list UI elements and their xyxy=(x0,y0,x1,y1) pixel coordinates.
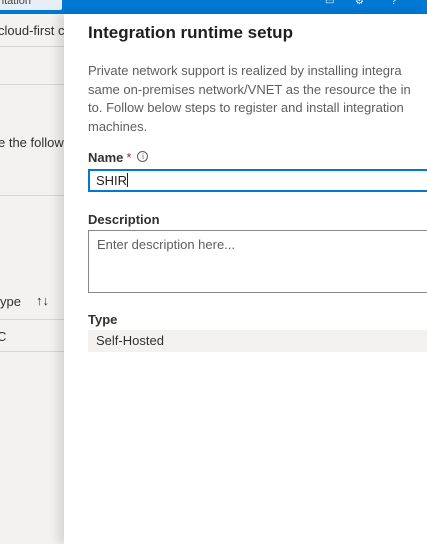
background-pane: cloud-first c e the follow ype ↑↓ C xyxy=(0,14,64,544)
type-value-field: Self-Hosted xyxy=(88,330,427,352)
description-line: Private network support is realized by i… xyxy=(88,63,402,78)
top-bar: ntation ▭ ⚙ ? xyxy=(0,0,427,14)
follow-text: e the follow xyxy=(0,135,64,150)
name-input-value: SHIR xyxy=(96,173,128,188)
panel-title: Integration runtime setup xyxy=(88,23,293,42)
browser-tab-label: ntation xyxy=(0,0,32,7)
description-line: to. Follow below steps to register and i… xyxy=(88,100,404,115)
settings-icon[interactable]: ⚙ xyxy=(355,0,365,7)
divider xyxy=(0,351,64,352)
info-icon[interactable]: i xyxy=(137,151,149,162)
divider xyxy=(0,195,64,196)
type-column-header[interactable]: ype xyxy=(0,294,21,309)
divider xyxy=(0,46,64,47)
required-mark: * xyxy=(126,150,132,165)
text-caret xyxy=(127,173,129,187)
cloud-first-text: cloud-first c xyxy=(0,23,64,38)
description-textarea[interactable]: Enter description here... xyxy=(88,230,427,293)
panel-description: Private network support is realized by i… xyxy=(88,62,427,136)
integration-runtime-panel: Integration runtime setup Private networ… xyxy=(64,14,427,544)
name-label: Name * i xyxy=(88,150,149,165)
table-cell: C xyxy=(0,329,7,344)
description-placeholder: Enter description here... xyxy=(97,237,236,252)
browser-tab[interactable]: ntation xyxy=(0,0,62,10)
name-label-text: Name xyxy=(88,150,124,165)
description-line: machines. xyxy=(88,118,148,134)
type-label: Type xyxy=(88,312,118,327)
description-line: same on-premises network/VNET as the res… xyxy=(88,81,411,97)
description-label: Description xyxy=(88,212,160,227)
notifications-icon[interactable]: ▭ xyxy=(325,0,335,7)
help-icon[interactable]: ? xyxy=(391,0,401,7)
type-value: Self-Hosted xyxy=(96,333,164,348)
divider xyxy=(0,319,64,320)
sort-icon[interactable]: ↑↓ xyxy=(36,293,49,308)
name-input[interactable]: SHIR xyxy=(88,169,427,192)
divider xyxy=(0,84,64,85)
